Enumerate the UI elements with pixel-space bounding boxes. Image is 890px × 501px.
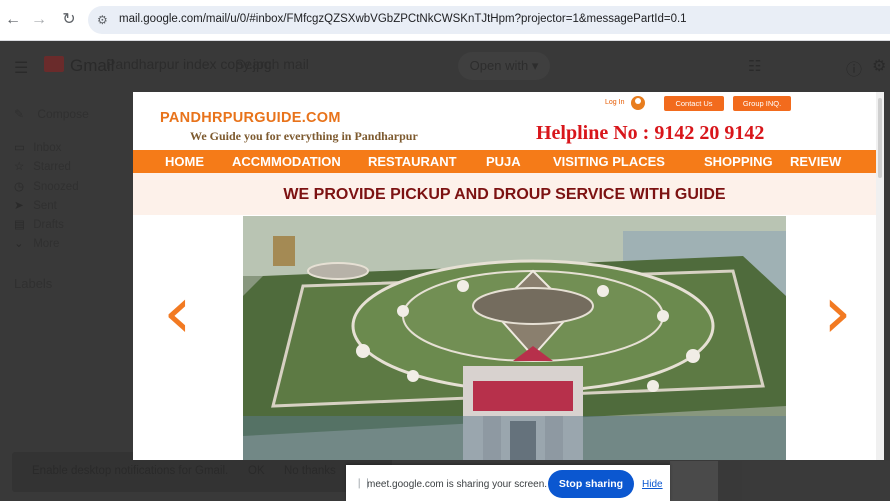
menu-item: HOME [165, 154, 204, 169]
draft-icon: ▤ [14, 219, 25, 231]
tune-icon[interactable]: ⚙ [97, 13, 111, 27]
gmail-header: ☰ Gmail Pandharpur index copy.jpg Search… [0, 41, 890, 93]
open-with-button[interactable]: Open with ▾ [458, 52, 550, 80]
menu-item: ACCMMODATION [232, 154, 341, 169]
nav-label: Sent [33, 200, 57, 212]
menu-item: SHOPPING [704, 154, 773, 169]
nav-label: More [33, 238, 60, 250]
nav-snoozed[interactable]: ◷ Snoozed [14, 179, 79, 193]
site-menu: HOME ACCMMODATION RESTAURANT PUJA VISITI… [133, 150, 876, 173]
browser-toolbar: ← → ↻ ⚙ mail.google.com/mail/u/0/#inbox/… [0, 0, 890, 41]
hide-link[interactable]: Hide [642, 479, 663, 490]
filter-icon[interactable]: ☷ [748, 57, 761, 75]
helpline-number: Helpline No : 9142 20 9142 [536, 122, 765, 144]
image-preview: PANDHRPURGUIDE.COM We Guide you for ever… [133, 92, 884, 460]
user-icon [631, 96, 645, 110]
nav-sent[interactable]: ➤ Sent [14, 198, 57, 212]
clock-icon: ◷ [14, 181, 25, 193]
prev-arrow-icon: ‹ [163, 270, 192, 354]
nav-inbox[interactable]: ▭ Inbox [14, 140, 61, 154]
notification-ok-button[interactable]: OK [248, 465, 265, 477]
send-icon: ➤ [14, 200, 24, 212]
address-bar[interactable]: ⚙ mail.google.com/mail/u/0/#inbox/FMfcgz… [88, 6, 890, 34]
open-with-label: Open with [469, 58, 529, 73]
contact-us-button: Contact Us [664, 96, 724, 111]
star-icon: ☆ [14, 161, 25, 173]
site-tagline: We Guide you for everything in Pandharpu… [190, 129, 418, 143]
nav-label: Drafts [33, 219, 64, 231]
gmail-logo-icon [44, 56, 64, 72]
nav-more[interactable]: ⌄ More [14, 236, 59, 250]
menu-item: RESTAURANT [368, 154, 457, 169]
menu-item: PUJA [486, 154, 521, 169]
url-text[interactable]: mail.google.com/mail/u/0/#inbox/FMfcgzQZ… [119, 13, 687, 25]
arrow-left-icon[interactable]: ← [4, 11, 22, 29]
share-message: meet.google.com is sharing your screen. [367, 479, 548, 490]
group-inq-button: Group INQ. [733, 96, 791, 111]
menu-item: VISITING PLACES [553, 154, 665, 169]
compose-label: Compose [37, 107, 89, 121]
notification-text: Enable desktop notifications for Gmail. [32, 465, 229, 477]
scrollbar-thumb[interactable] [878, 98, 882, 178]
arrow-right-icon[interactable]: → [30, 11, 48, 29]
background-panel [742, 461, 890, 501]
menu-icon[interactable]: ☰ [14, 58, 28, 78]
nav-label: Inbox [33, 142, 62, 154]
nav-label: Starred [33, 161, 71, 173]
nav-label: Snoozed [33, 181, 79, 193]
screen-share-bar: ❘❘ meet.google.com is sharing your scree… [346, 465, 670, 501]
site-title: PANDHRPURGUIDE.COM [160, 110, 341, 126]
settings-icon[interactable]: ⚙ [872, 56, 886, 76]
stop-sharing-button[interactable]: Stop sharing [548, 470, 634, 498]
next-arrow-icon: › [823, 270, 852, 354]
login-link: Log In [605, 99, 625, 106]
temple-illustration [243, 216, 786, 460]
help-icon[interactable]: ⓘ [846, 56, 862, 80]
service-banner: WE PROVIDE PICKUP AND DROUP SERVICE WITH… [133, 173, 876, 215]
background-panel [670, 461, 718, 501]
search-input[interactable]: Search mail [235, 56, 309, 72]
temple-aerial-photo [243, 216, 786, 460]
nav-starred[interactable]: ☆ Starred [14, 159, 71, 173]
compose-button[interactable]: ✎ Compose [14, 107, 89, 121]
labels-heading: Labels [14, 276, 53, 291]
nav-drafts[interactable]: ▤ Drafts [14, 217, 64, 231]
chevron-down-icon: ⌄ [14, 238, 24, 250]
banner-text: WE PROVIDE PICKUP AND DROUP SERVICE WITH… [283, 186, 726, 203]
menu-item: REVIEW [790, 154, 842, 169]
notification-dismiss-button[interactable]: No thanks [284, 465, 336, 477]
reload-icon[interactable]: ↻ [60, 11, 78, 29]
inbox-icon: ▭ [14, 142, 25, 154]
